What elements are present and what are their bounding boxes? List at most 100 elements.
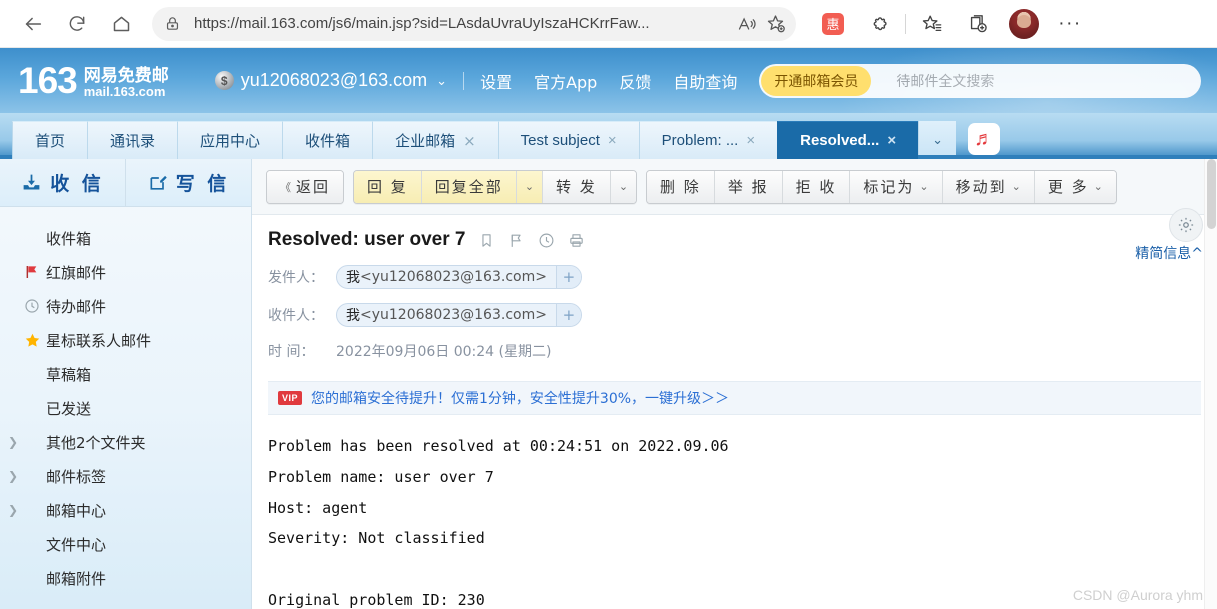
sidebar-item-sent[interactable]: 已发送: [0, 391, 251, 425]
add-favorite-icon[interactable]: [762, 11, 788, 37]
tab-label: 企业邮箱: [395, 132, 456, 150]
vip-promo-banner[interactable]: VIP 您的邮箱安全待提升！仅需1分钟，安全性提升30%，一键升级＞＞: [268, 381, 1201, 415]
sender-address: <yu12068023@163.com>: [360, 269, 547, 285]
browser-menu-button[interactable]: ···: [1055, 9, 1085, 39]
tab-test-subject[interactable]: Test subject ×: [497, 121, 639, 159]
header-link-self-service[interactable]: 自助查询: [673, 69, 737, 93]
folder-label: 待办邮件: [46, 297, 107, 316]
favorites-icon[interactable]: [917, 9, 947, 39]
tab-app-center[interactable]: 应用中心: [177, 121, 283, 159]
folder-label: 文件中心: [46, 535, 107, 554]
tab-enterprise-mail[interactable]: 企业邮箱 ×: [372, 121, 498, 159]
move-to-button[interactable]: 移动到 ⌄: [941, 170, 1034, 203]
sidebar-item-todo[interactable]: 待办邮件: [0, 289, 251, 323]
receive-mail-button[interactable]: 收 信: [0, 159, 125, 206]
tab-close-icon[interactable]: ×: [746, 132, 755, 149]
scrollbar-thumb[interactable]: [1207, 159, 1216, 229]
sender-chip[interactable]: 我 <yu12068023@163.com> +: [336, 265, 582, 289]
reject-button[interactable]: 拒 收: [781, 170, 850, 203]
reply-label: 回 复: [367, 178, 408, 196]
search-box[interactable]: 开通邮箱会员 待邮件全文搜索: [759, 63, 1201, 98]
forward-button[interactable]: 转 发: [542, 170, 610, 203]
tab-problem[interactable]: Problem: ... ×: [638, 121, 778, 159]
logo-subtitle: 网易免费邮 mail.163.com: [83, 66, 169, 99]
vip-membership-button[interactable]: 开通邮箱会员: [761, 65, 872, 96]
tab-label: 应用中心: [200, 132, 261, 150]
coin-icon: $: [214, 71, 234, 90]
bookmark-icon[interactable]: [478, 232, 495, 249]
sidebar-item-mail-tags[interactable]: ❯ 邮件标签: [0, 459, 251, 493]
delete-button[interactable]: 删 除: [647, 170, 714, 203]
reply-all-button[interactable]: 回复全部: [420, 170, 516, 203]
extensions-puzzle-icon[interactable]: [864, 9, 894, 39]
reply-dropdown-button[interactable]: ⌄: [515, 170, 543, 203]
print-icon[interactable]: [568, 232, 585, 249]
compose-mail-button[interactable]: 写 信: [125, 159, 251, 206]
message-scrollbar[interactable]: [1204, 159, 1217, 609]
sidebar-item-mail-center[interactable]: ❯ 邮箱中心: [0, 493, 251, 527]
logo-en-text: mail.163.com: [83, 83, 166, 99]
compose-mail-label: 写 信: [175, 173, 230, 195]
chevron-down-icon: ⌄: [919, 180, 929, 193]
simplify-info-toggle[interactable]: 精简信息^: [1135, 243, 1203, 263]
chevron-right-icon[interactable]: ❯: [8, 469, 24, 483]
tab-home[interactable]: 首页: [12, 121, 88, 159]
star-icon: [24, 332, 46, 349]
sidebar-item-starred-contacts[interactable]: 星标联系人邮件: [0, 323, 251, 357]
sidebar-item-drafts[interactable]: 草稿箱: [0, 357, 251, 391]
folder-label: 红旗邮件: [46, 263, 107, 282]
add-recipient-contact-button[interactable]: +: [555, 304, 581, 326]
sidebar-item-red-flag[interactable]: 红旗邮件: [0, 255, 251, 289]
tab-contacts[interactable]: 通讯录: [87, 121, 178, 159]
chevron-down-icon[interactable]: ⌄: [436, 73, 447, 89]
tab-inbox[interactable]: 收件箱: [282, 121, 373, 159]
tab-close-icon[interactable]: ×: [887, 132, 896, 149]
add-sender-contact-button[interactable]: +: [555, 266, 581, 288]
time-label: 时 间：: [268, 344, 315, 360]
content-area: 收 信 写 信 收件箱 红旗邮件 待办邮件 星标联系人邮件 草稿箱 已发送 ❯ …: [0, 159, 1217, 609]
collections-add-icon[interactable]: [963, 9, 993, 39]
site-logo[interactable]: 163 网易免费邮 mail.163.com: [18, 62, 169, 99]
tab-overflow-button[interactable]: ⌄: [918, 121, 957, 159]
tab-close-icon[interactable]: ×: [608, 132, 617, 149]
reload-button[interactable]: [60, 7, 94, 41]
header-link-settings[interactable]: 设置: [480, 69, 512, 93]
forward-dropdown-button[interactable]: ⌄: [609, 170, 637, 203]
address-bar[interactable]: https://mail.163.com/js6/main.jsp?sid=LA…: [152, 6, 796, 41]
music-icon[interactable]: ♬: [968, 123, 1001, 155]
vip-promo-link[interactable]: 您的邮箱安全待提升！仅需1分钟，安全性提升30%，一键升级＞＞: [311, 388, 729, 408]
sidebar-item-attachments[interactable]: 邮箱附件: [0, 561, 251, 595]
profile-avatar[interactable]: [1009, 8, 1039, 39]
sidebar-item-other-folders[interactable]: ❯ 其他2个文件夹: [0, 425, 251, 459]
more-button[interactable]: 更 多 ⌄: [1033, 170, 1116, 203]
back-button[interactable]: [16, 7, 50, 41]
tab-close-icon[interactable]: ×: [463, 132, 476, 150]
chevron-right-icon[interactable]: ❯: [8, 503, 24, 517]
time-value: 2022年09月06日 00:24 (星期二): [336, 344, 552, 360]
account-email: yu12068023@163.com: [240, 70, 428, 90]
read-aloud-icon[interactable]: [734, 11, 760, 37]
clock-icon[interactable]: [538, 232, 555, 249]
reply-button[interactable]: 回 复: [354, 170, 421, 203]
chevron-right-icon[interactable]: ❯: [8, 435, 24, 449]
header-link-official-app[interactable]: 官方App: [534, 69, 597, 93]
tab-label: 通讯录: [110, 132, 156, 150]
sender-name: 我: [346, 270, 360, 286]
settings-gear-button[interactable]: [1169, 208, 1203, 242]
recipient-chip[interactable]: 我 <yu12068023@163.com> +: [336, 303, 582, 327]
mark-as-button[interactable]: 标记为 ⌄: [849, 170, 942, 203]
report-button[interactable]: 举 报: [713, 170, 782, 203]
sidebar-item-file-center[interactable]: 文件中心: [0, 527, 251, 561]
back-to-list-button[interactable]: 《 返回: [267, 170, 344, 203]
folder-list: 收件箱 红旗邮件 待办邮件 星标联系人邮件 草稿箱 已发送 ❯ 其他2个文件夹 …: [0, 207, 251, 595]
flag-icon[interactable]: [508, 232, 525, 249]
header-link-feedback[interactable]: 反馈: [619, 69, 651, 93]
tab-resolved[interactable]: Resolved... ×: [777, 121, 919, 159]
extension-hui-icon[interactable]: 惠: [818, 9, 848, 39]
home-button[interactable]: [104, 7, 138, 41]
chevron-down-icon: ⌄: [1093, 180, 1103, 193]
sidebar-item-inbox[interactable]: 收件箱: [0, 221, 251, 255]
folder-label: 邮件标签: [46, 467, 107, 486]
inbox-download-icon: [23, 174, 40, 190]
account-menu[interactable]: $ yu12068023@163.com ⌄: [214, 70, 447, 91]
